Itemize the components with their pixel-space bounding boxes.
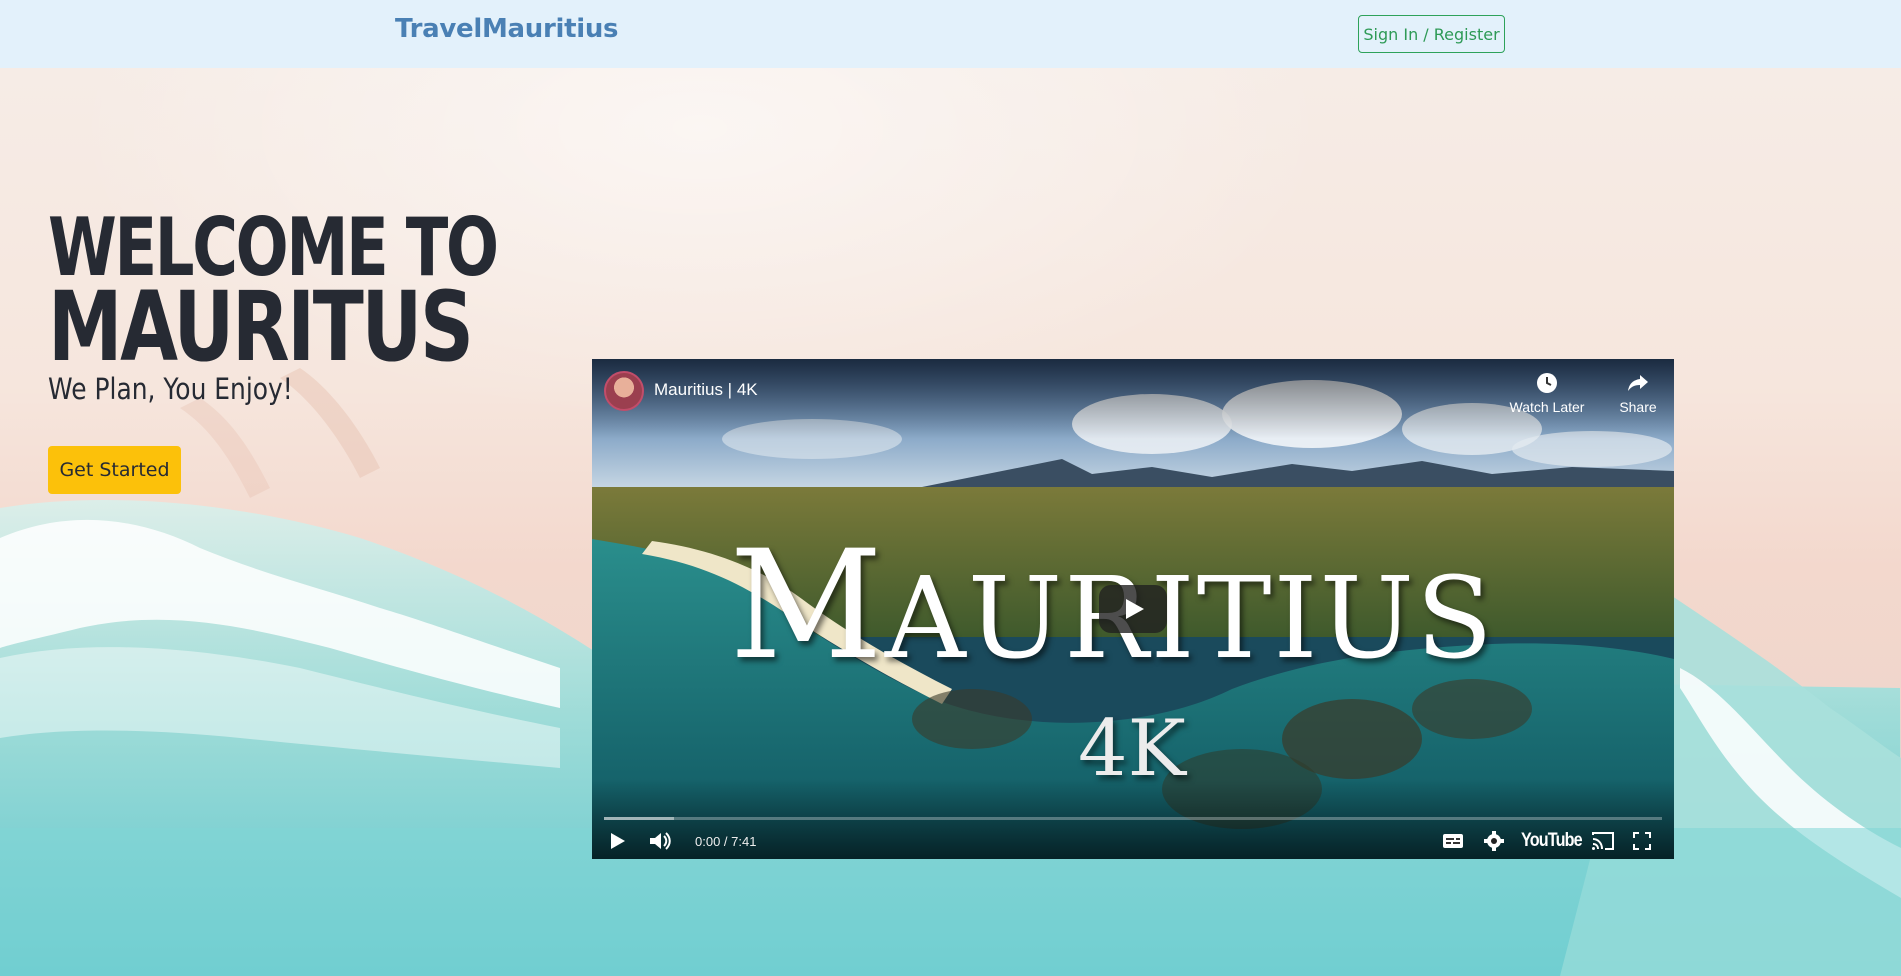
fullscreen-button[interactable]	[1632, 829, 1652, 853]
hero-heading: WELCOME TO MAURITUS	[48, 208, 499, 383]
channel-avatar[interactable]	[604, 371, 644, 411]
share-arrow-icon	[1628, 375, 1648, 391]
captions-button[interactable]	[1442, 829, 1464, 853]
time-display: 0:00 / 7:41	[695, 833, 757, 849]
play-button[interactable]	[606, 829, 628, 853]
signin-register-button[interactable]: Sign In / Register	[1358, 15, 1505, 53]
watch-later-button[interactable]: Watch Later	[1507, 371, 1587, 415]
overlay-title-rest: AURITIUS	[884, 554, 1495, 684]
video-overlay-subtitle: 4K	[1078, 704, 1186, 794]
overlay-title-first-letter: M	[729, 519, 885, 693]
buffered-bar	[604, 817, 674, 820]
cast-icon	[1592, 832, 1614, 850]
watch-later-label: Watch Later	[1509, 399, 1585, 415]
cast-button[interactable]	[1590, 829, 1616, 853]
share-button[interactable]: Share	[1608, 371, 1668, 415]
progress-bar[interactable]	[604, 817, 1662, 820]
captions-icon	[1443, 834, 1463, 848]
share-label: Share	[1619, 399, 1657, 415]
clock-icon	[1537, 373, 1557, 393]
youtube-logo[interactable]: YouTube	[1521, 829, 1583, 853]
large-play-button[interactable]	[1099, 585, 1167, 633]
volume-button[interactable]	[648, 829, 672, 853]
fullscreen-icon	[1633, 832, 1651, 850]
play-icon	[611, 833, 625, 849]
brand-logo[interactable]: TravelMauritius	[395, 14, 619, 44]
video-player[interactable]: Mauritius | 4K Watch Later Share MAURITI…	[592, 359, 1674, 859]
hero-heading-line2: MAURITUS	[48, 271, 474, 383]
volume-icon	[650, 832, 671, 850]
video-title[interactable]: Mauritius | 4K	[654, 380, 758, 400]
settings-button[interactable]	[1483, 829, 1505, 853]
hero-tagline: We Plan, You Enjoy!	[48, 372, 293, 406]
gear-icon	[1484, 831, 1504, 851]
get-started-button[interactable]: Get Started	[48, 446, 181, 494]
navbar: TravelMauritius Sign In / Register	[0, 0, 1901, 68]
